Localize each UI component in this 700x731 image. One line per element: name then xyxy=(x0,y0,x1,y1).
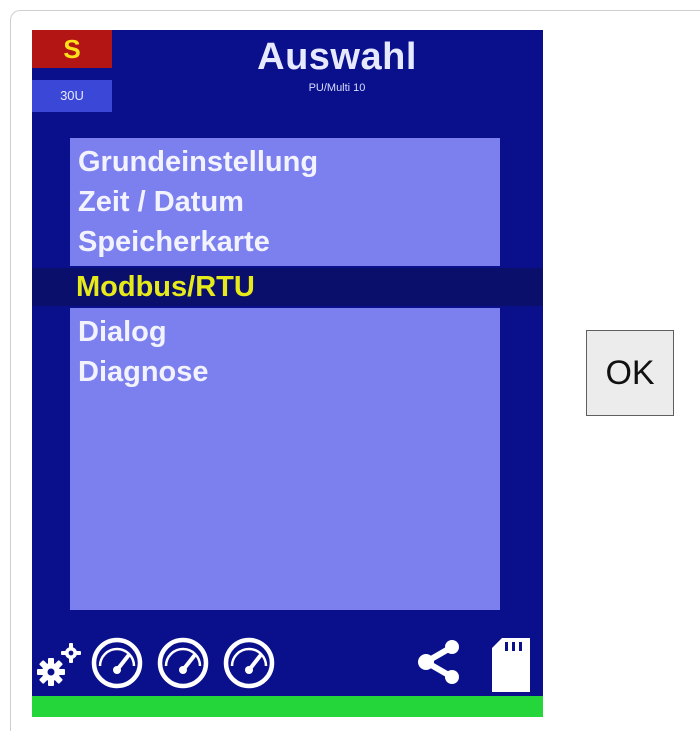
gauge-icon[interactable] xyxy=(156,636,210,690)
menu-item-dialog[interactable]: Dialog xyxy=(78,312,167,352)
sd-card-icon[interactable] xyxy=(488,636,534,694)
menu-item-modbus-rtu[interactable]: Modbus/RTU xyxy=(76,268,255,306)
mode-badge: S xyxy=(32,30,112,68)
settings-gears-icon[interactable] xyxy=(34,638,84,686)
menu-group-top: Grundeinstellung Zeit / Datum Speicherka… xyxy=(70,138,500,266)
menu-item-diagnose[interactable]: Diagnose xyxy=(78,352,209,392)
screen-title: Auswahl xyxy=(257,36,417,78)
menu-item-speicherkarte[interactable]: Speicherkarte xyxy=(78,222,270,262)
device-screen: S 30U Auswahl PU/Multi 10 Grundeinstellu… xyxy=(32,30,543,717)
menu-group-bottom: Dialog Diagnose xyxy=(70,308,500,610)
ok-button[interactable]: OK xyxy=(586,330,674,416)
share-icon[interactable] xyxy=(416,638,462,686)
gauge-icon[interactable] xyxy=(90,636,144,690)
menu-item-zeit-datum[interactable]: Zeit / Datum xyxy=(78,182,244,222)
screen-subtitle: PU/Multi 10 xyxy=(308,82,366,94)
gauge-icon[interactable] xyxy=(222,636,276,690)
menu-item-grundeinstellung[interactable]: Grundeinstellung xyxy=(78,142,318,182)
mode-sub-label: 30U xyxy=(32,80,112,112)
footer-toolbar xyxy=(32,630,543,696)
status-bar xyxy=(32,696,543,717)
